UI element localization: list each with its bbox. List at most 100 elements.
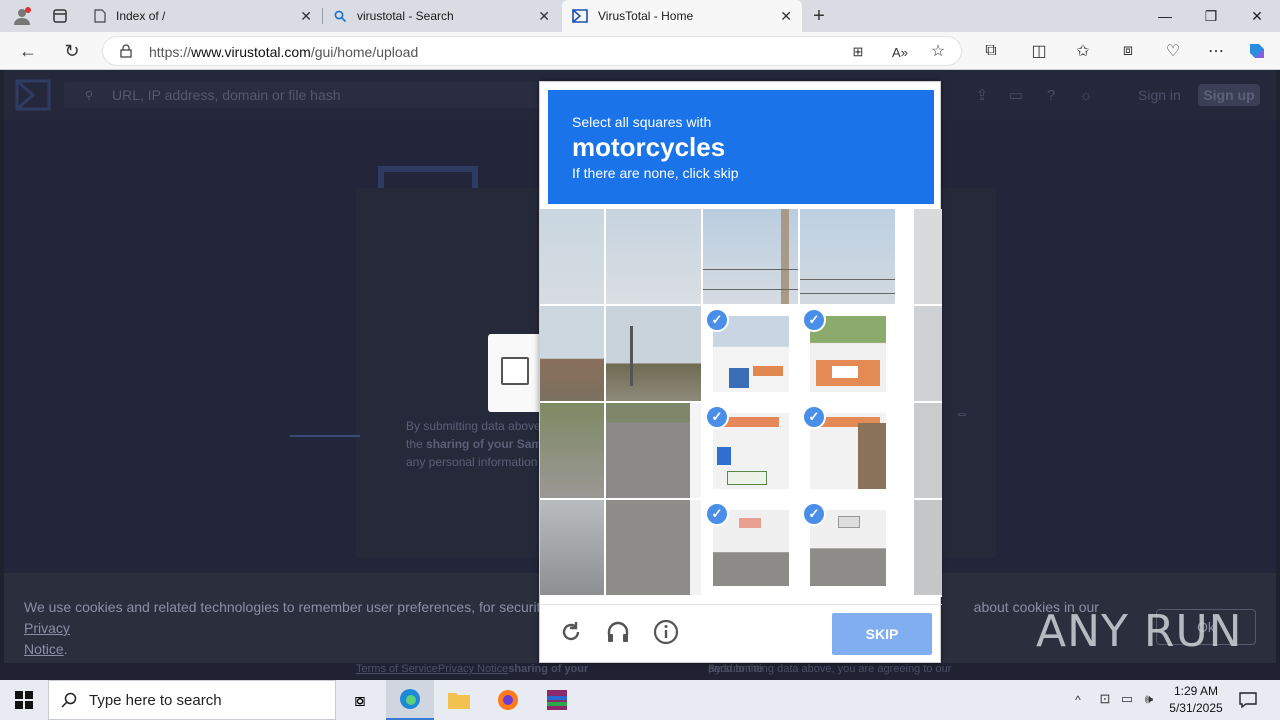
notifications-icon[interactable]: ▭ [1006,85,1026,105]
profile-avatar-icon[interactable] [8,4,36,28]
captcha-tile-1[interactable] [606,209,701,304]
tab-virustotal[interactable]: VirusTotal - Home ✕ [562,0,802,32]
favorite-star-icon[interactable]: ☆ [929,42,947,60]
search-placeholder: URL, IP address, domain or file hash [112,87,341,103]
captcha-tile-6[interactable]: ✓ [703,306,798,401]
privacy-link[interactable]: Privacy [24,620,70,636]
captcha-tile-2[interactable] [703,209,798,304]
browser-essentials-icon[interactable]: ♡ [1162,40,1184,62]
taskbar-search-input[interactable]: Type here to search [48,680,336,720]
system-clock[interactable]: 1:29 AM 5/31/2025 [1160,683,1232,717]
captcha-tile-12[interactable] [540,500,604,595]
search-icon [334,10,347,23]
minimize-icon[interactable]: — [1142,0,1188,32]
captcha-target: motorcycles [572,132,726,162]
captcha-challenge: Select all squares with motorcycles If t… [539,81,942,664]
tab-underline [290,435,360,437]
audio-challenge-icon[interactable] [603,617,633,647]
captcha-tile-5[interactable] [606,306,701,401]
lock-icon [119,44,133,58]
read-aloud-icon[interactable]: A» [891,43,909,61]
taskbar: Type here to search ⧇ ^ ⊡ ▭ 🕪 1:29 AM 5/… [0,680,1280,720]
favorites-icon[interactable]: ✩ [1072,40,1094,62]
captcha-tile-11[interactable]: ✓ [800,403,895,498]
extensions-icon[interactable]: ⧉ [980,40,1002,62]
skip-button[interactable]: SKIP [832,613,932,655]
info-icon[interactable] [651,617,681,647]
close-tab-icon[interactable]: ✕ [300,8,312,25]
more-menu-icon[interactable]: ⋯ [1205,40,1227,62]
vt-large-logo [378,166,478,188]
page-icon [94,9,106,23]
captcha-tile-7[interactable]: ✓ [800,306,895,401]
sign-up-button[interactable]: Sign up [1198,84,1260,106]
taskbar-search-placeholder: Type here to search [89,692,222,709]
close-tab-icon[interactable]: ✕ [780,8,792,25]
selected-check-icon: ✓ [705,405,729,429]
sign-in-link[interactable]: Sign in [1138,87,1181,103]
app-available-icon[interactable]: ⊞ [849,43,867,61]
firefox-icon[interactable] [484,680,532,720]
captcha-tile-9[interactable] [606,403,701,498]
selected-check-icon: ✓ [802,502,826,526]
captcha-tile-edge [914,500,942,595]
refresh-icon[interactable]: ↻ [60,40,84,62]
captcha-tile-15[interactable]: ✓ [800,500,895,595]
notifications-center-icon[interactable] [1238,690,1258,710]
tab-actions-icon[interactable] [48,6,72,26]
tab-index[interactable]: Index of / ✕ [84,0,322,32]
tab-title: VirusTotal - Home [598,9,694,23]
collections-icon[interactable]: ⧈ [1117,40,1139,62]
captcha-note: If there are none, click skip [572,165,739,181]
url-field[interactable]: https://www.virustotal.com/gui/home/uplo… [102,36,962,66]
captcha-footer: SKIP [540,604,942,664]
file-explorer-icon[interactable] [435,680,483,720]
captcha-tile-13[interactable] [606,500,701,595]
captcha-tile-edge [914,403,942,498]
volume-icon[interactable]: 🕪 [1140,690,1158,708]
reload-icon[interactable] [556,617,586,647]
close-window-icon[interactable]: ✕ [1234,0,1280,32]
back-icon[interactable]: ← [16,40,40,62]
split-screen-icon[interactable]: ◫ [1028,40,1050,62]
show-hidden-icons[interactable]: ^ [1070,692,1086,708]
theme-toggle-icon[interactable]: ☼ [1076,85,1096,105]
anyrun-watermark: ANY RUN [1036,606,1243,657]
virustotal-logo-icon [572,9,588,23]
edge-browser-icon[interactable] [386,680,434,720]
captcha-instruction: Select all squares with [572,114,712,130]
search-icon [61,692,77,708]
url-text: https://www.virustotal.com/gui/home/uplo… [149,44,419,60]
captcha-tile-0[interactable] [540,209,604,304]
copilot-icon[interactable] [1245,39,1269,63]
new-tab-icon[interactable]: + [808,4,830,28]
tab-title: virustotal - Search [357,9,454,23]
clock-date: 5/31/2025 [1169,701,1223,715]
captcha-checkbox[interactable] [501,357,529,385]
bottom-fine-print: By submitting data above, you are agreei… [4,663,1276,678]
upload-icon[interactable]: ⇪ [972,85,992,105]
display-icon[interactable]: ▭ [1118,690,1136,708]
selected-check-icon: ✓ [802,405,826,429]
restore-icon[interactable]: ❐ [1188,0,1234,32]
virustotal-logo-icon[interactable] [14,78,52,112]
captcha-tile-8[interactable] [540,403,604,498]
captcha-tile-14[interactable]: ✓ [703,500,798,595]
help-icon[interactable]: ? [1041,85,1061,105]
captcha-tile-edge [914,209,942,304]
notice-link[interactable]: Notice [24,641,64,657]
captcha-header: Select all squares with motorcycles If t… [548,90,934,204]
chevrons-icon[interactable]: ⇔ [950,403,974,423]
tab-search[interactable]: virustotal - Search ✕ [324,0,560,32]
captcha-image-grid: ✓ ✓ ✓ ✓ ✓ ✓ [540,209,942,597]
close-tab-icon[interactable]: ✕ [538,8,550,25]
captcha-tile-3[interactable] [800,209,895,304]
captcha-tile-10[interactable]: ✓ [703,403,798,498]
captcha-tile-4[interactable] [540,306,604,401]
selected-check-icon: ✓ [705,308,729,332]
windows-start-icon[interactable] [0,680,48,720]
task-view-icon[interactable]: ⧇ [336,680,384,720]
selected-check-icon: ✓ [802,308,826,332]
winrar-icon[interactable] [533,680,581,720]
network-icon[interactable]: ⊡ [1096,690,1114,708]
